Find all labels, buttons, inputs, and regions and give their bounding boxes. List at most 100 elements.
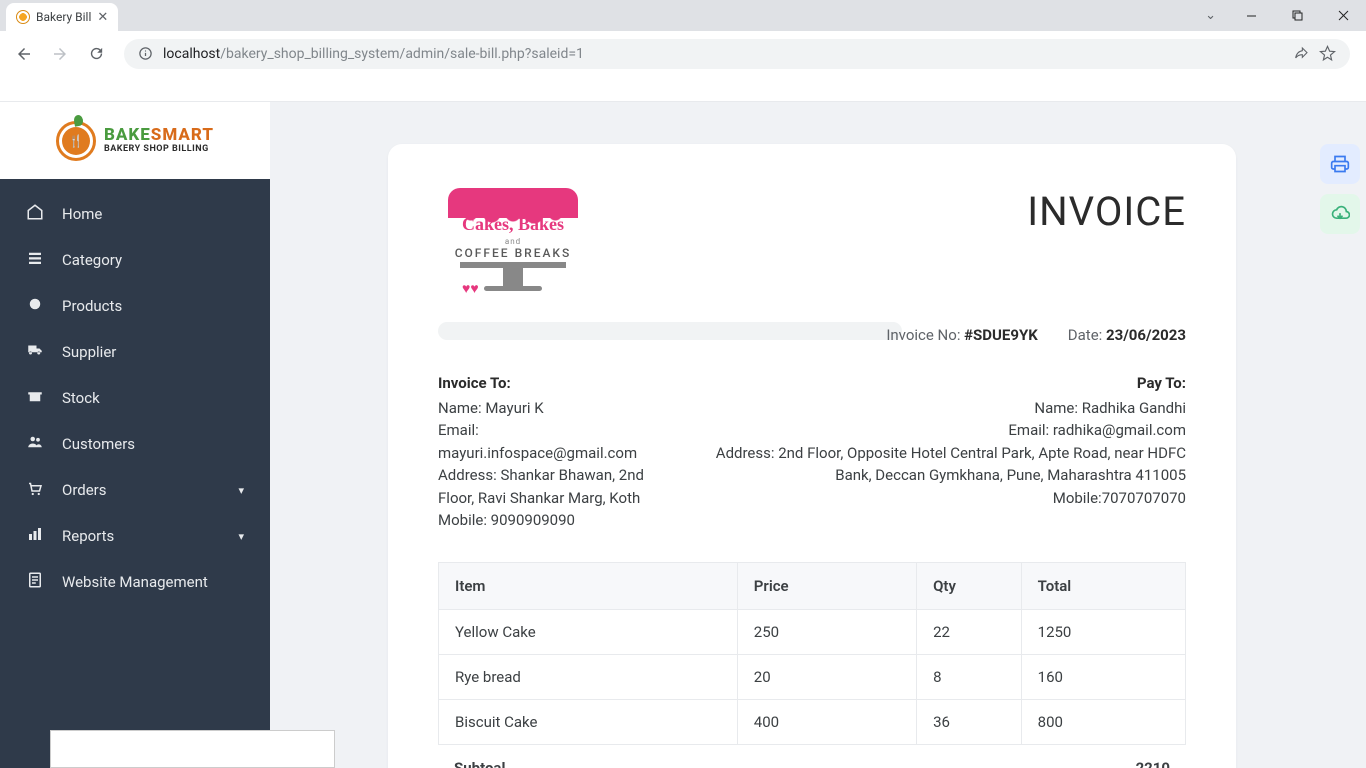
browser-toolbar: localhost/bakery_shop_billing_system/adm… [0,31,1366,76]
pay-to-mobile: Mobile:7070707070 [714,487,1186,510]
table-row: Yellow Cake250221250 [439,609,1186,654]
sidebar-item-label: Orders [62,481,107,499]
sidebar-item-home[interactable]: Home [0,191,270,237]
print-button[interactable] [1320,144,1360,184]
sidebar-item-stock[interactable]: Stock [0,375,270,421]
cell-item: Biscuit Cake [439,699,738,744]
cell-qty: 36 [917,699,1022,744]
url-text: localhost/bakery_shop_billing_system/adm… [163,46,1283,62]
sidebar-item-label: Stock [62,389,100,407]
pay-to-heading: Pay To: [714,372,1186,395]
tab-favicon [16,10,30,24]
forward-button[interactable] [46,40,74,68]
invoice-items-table: Item Price Qty Total Yellow Cake25022125… [438,562,1186,745]
invoice-card: Cakes, Bakes and COFFEE BREAKS ♥♥ INVOIC… [388,144,1236,768]
app-shell: 🍴 BAKESMART BAKERY SHOP BILLING Home Cate… [0,102,1366,768]
invoice-to-name: Name: Mayuri K [438,397,674,420]
sidebar-item-customers[interactable]: Customers [0,421,270,467]
sidebar-item-products[interactable]: Products [0,283,270,329]
content-scroll[interactable]: Cakes, Bakes and COFFEE BREAKS ♥♥ INVOIC… [270,102,1366,768]
tab-title: Bakery Bill [36,10,91,24]
sidebar-item-supplier[interactable]: Supplier [0,329,270,375]
cell-total: 160 [1021,654,1185,699]
chevron-down-icon[interactable]: ⌄ [1205,8,1216,23]
home-icon [26,203,44,225]
logo-subtitle: BAKERY SHOP BILLING [104,145,214,155]
sidebar-item-label: Customers [62,435,135,453]
subtotal-value: 2210 [854,745,1186,768]
table-row: Biscuit Cake40036800 [439,699,1186,744]
pay-to: Pay To: Name: Radhika Gandhi Email: radh… [714,372,1186,532]
circle-icon [26,295,44,317]
invoice-heading: INVOICE [1027,188,1186,235]
col-total: Total [1021,562,1185,609]
doc-icon [26,571,44,593]
cell-price: 250 [737,609,916,654]
maximize-button[interactable] [1274,0,1320,31]
sidebar-item-reports[interactable]: Reports▾ [0,513,270,559]
invoice-no-label: Invoice No: [886,326,964,344]
sidebar-item-label: Category [62,251,122,269]
invoice-date-label: Date: [1068,326,1106,344]
sidebar-item-label: Supplier [62,343,116,361]
cell-price: 400 [737,699,916,744]
invoice-date-value: 23/06/2023 [1106,326,1186,344]
sidebar-item-label: Products [62,297,122,315]
back-button[interactable] [10,40,38,68]
logo-title: BAKESMART [104,126,214,145]
status-input[interactable] [50,730,335,768]
invoice-to-mobile: Mobile: 9090909090 [438,509,674,532]
sidebar-nav: Home Category Products Supplier Stock Custome… [0,179,270,768]
close-tab-icon[interactable]: ✕ [97,10,108,25]
invoice-actions [1320,144,1360,234]
invoice-to-email: Email: mayuri.infospace@gmail.com [438,419,674,464]
table-row: Rye bread208160 [439,654,1186,699]
minimize-button[interactable] [1228,0,1274,31]
download-button[interactable] [1320,194,1360,234]
cell-item: Rye bread [439,654,738,699]
sidebar-item-label: Home [62,205,102,223]
box-icon [26,387,44,409]
printer-icon [1330,154,1350,174]
info-icon [138,46,153,61]
pay-to-address: Address: 2nd Floor, Opposite Hotel Centr… [714,442,1186,487]
list-icon [26,249,44,271]
sidebar-item-category[interactable]: Category [0,237,270,283]
browser-tabstrip: Bakery Bill ✕ ⌄ [0,0,1366,31]
users-icon [26,433,44,455]
sidebar: 🍴 BAKESMART BAKERY SHOP BILLING Home Cate… [0,102,270,768]
cell-total: 800 [1021,699,1185,744]
cell-qty: 8 [917,654,1022,699]
subtotal-label: Subtoal [438,745,854,768]
invoice-to: Invoice To: Name: Mayuri K Email: mayuri… [438,372,674,532]
invoice-no-value: #SDUE9YK [964,326,1038,344]
logo-icon: 🍴 [56,121,96,161]
chevron-down-icon: ▾ [238,484,244,497]
sidebar-item-website-management[interactable]: Website Management [0,559,270,605]
sidebar-item-orders[interactable]: Orders ▾ [0,467,270,513]
col-item: Item [439,562,738,609]
content-area: Cakes, Bakes and COFFEE BREAKS ♥♥ INVOIC… [270,102,1366,768]
cloud-download-icon [1330,204,1350,224]
pay-to-name: Name: Radhika Gandhi [714,397,1186,420]
app-logo[interactable]: 🍴 BAKESMART BAKERY SHOP BILLING [0,102,270,179]
pay-to-email: Email: radhika@gmail.com [714,419,1186,442]
cell-qty: 22 [917,609,1022,654]
window-controls [1228,0,1366,31]
cell-total: 1250 [1021,609,1185,654]
browser-tab[interactable]: Bakery Bill ✕ [6,3,118,31]
bakery-logo: Cakes, Bakes and COFFEE BREAKS ♥♥ [438,188,598,298]
cell-price: 20 [737,654,916,699]
sidebar-item-label: Website Management [62,573,208,591]
toolbar-divider [0,76,1366,102]
sidebar-item-label: Reports [62,527,114,545]
address-bar[interactable]: localhost/bakery_shop_billing_system/adm… [124,39,1350,69]
star-icon[interactable] [1319,45,1336,62]
close-window-button[interactable] [1320,0,1366,31]
reload-button[interactable] [82,40,110,68]
invoice-meta: Invoice No: #SDUE9YK Date: 23/06/2023 [438,326,1186,344]
invoice-to-heading: Invoice To: [438,372,674,395]
cell-item: Yellow Cake [439,609,738,654]
share-icon[interactable] [1293,46,1309,62]
col-price: Price [737,562,916,609]
